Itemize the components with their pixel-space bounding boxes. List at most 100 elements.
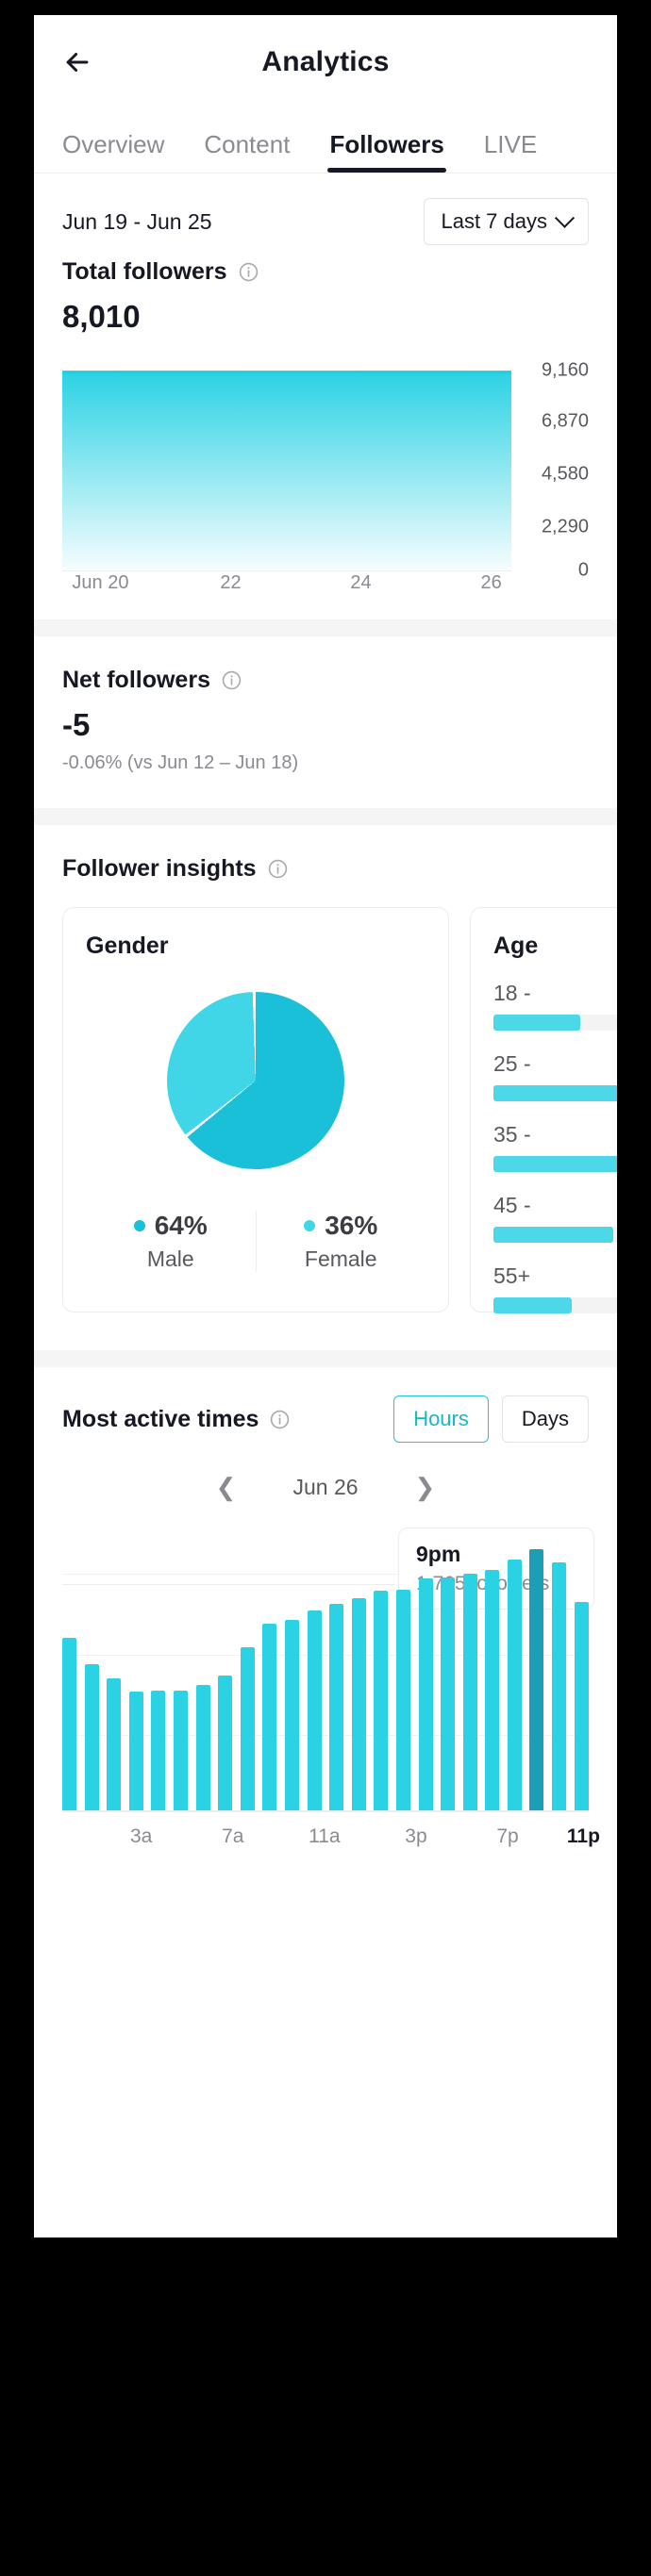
bar[interactable] (441, 1577, 456, 1812)
age-bar-fill (493, 1297, 572, 1313)
age-card: Age 18 - 25 - 35 - 45 - 55+ (470, 907, 617, 1313)
date-row: Jun 19 - Jun 25 Last 7 days (34, 173, 617, 258)
female-label: Female (304, 1247, 377, 1271)
net-followers-section: Net followers -5 -0.06% (vs Jun 12 – Jun… (34, 636, 617, 808)
bar[interactable] (62, 1638, 76, 1812)
segment-hours[interactable]: Hours (393, 1395, 489, 1443)
chevron-right-icon[interactable]: ❯ (408, 1471, 443, 1503)
bar[interactable] (307, 1610, 322, 1812)
bar[interactable] (485, 1569, 500, 1812)
bar[interactable] (351, 1597, 366, 1812)
age-row-label: 18 - (493, 981, 531, 1005)
net-followers-heading: Net followers (62, 667, 589, 694)
net-followers-label: Net followers (62, 667, 210, 693)
follower-insights-heading: Follower insights (62, 855, 589, 883)
most-active-times-section: Most active times Hours Days ❮ Jun 26 ❯ (34, 1367, 617, 1871)
legend-item-male: 64% Male (86, 1211, 256, 1272)
male-label: Male (146, 1247, 194, 1271)
bar[interactable] (173, 1691, 188, 1812)
x-tick-label: 3a (130, 1825, 153, 1847)
age-bar-track (493, 1015, 617, 1031)
bar[interactable] (195, 1685, 210, 1812)
app-header: Analytics (34, 15, 617, 109)
y-tick-label: 6,870 (541, 410, 589, 432)
age-bar-fill (493, 1156, 617, 1172)
y-tick-label: 0 (577, 559, 589, 581)
gender-card: Gender 64% Male 36% Female (62, 907, 449, 1313)
info-icon[interactable] (238, 261, 259, 283)
female-pct-row: 36% (257, 1211, 426, 1241)
bar[interactable] (218, 1675, 233, 1812)
active-times-x-axis: 3a 7a 11a 3p 7p 11p (62, 1825, 600, 1852)
y-tick-label: 9,160 (541, 359, 589, 381)
net-followers-change: -0.06% (vs Jun 12 – Jun 18) (62, 752, 299, 773)
info-icon[interactable] (221, 669, 242, 691)
age-row-label: 35 - (493, 1122, 531, 1147)
section-divider (34, 808, 617, 825)
date-range-picker[interactable]: Last 7 days (424, 198, 589, 245)
back-button[interactable] (57, 41, 98, 83)
total-followers-value: 8,010 (62, 299, 141, 334)
date-range-picker-label: Last 7 days (441, 209, 547, 233)
age-row-label: 25 - (493, 1051, 531, 1076)
phone-screen: Analytics Overview Content Followers LIV… (34, 15, 617, 2237)
bar[interactable] (240, 1647, 255, 1812)
age-card-title: Age (493, 933, 539, 959)
follower-insights-label: Follower insights (62, 855, 257, 882)
bar[interactable] (574, 1601, 589, 1812)
bar[interactable] (151, 1691, 166, 1812)
bar-highlighted[interactable] (529, 1549, 544, 1812)
info-icon[interactable] (269, 1409, 291, 1430)
tab-followers[interactable]: Followers (327, 130, 447, 173)
chevron-left-icon[interactable]: ❮ (209, 1471, 244, 1503)
analytics-tabs: Overview Content Followers LIVE (34, 109, 617, 173)
age-row: 45 - (493, 1193, 617, 1243)
tab-live[interactable]: LIVE (484, 130, 537, 173)
bar[interactable] (262, 1624, 277, 1812)
bar[interactable] (374, 1590, 389, 1812)
bar[interactable] (329, 1603, 344, 1812)
age-bar-track (493, 1085, 617, 1101)
x-tick-label: 24 (350, 572, 372, 593)
tab-overview[interactable]: Overview (62, 130, 164, 173)
info-icon[interactable] (267, 858, 289, 880)
total-followers-heading: Total followers (62, 258, 589, 286)
chevron-down-icon (554, 207, 576, 228)
male-pct: 64% (154, 1211, 208, 1240)
y-tick-label: 4,580 (541, 463, 589, 485)
date-range-label: Jun 19 - Jun 25 (62, 208, 212, 234)
tab-content[interactable]: Content (204, 130, 290, 173)
legend-dot-icon (304, 1220, 316, 1231)
bar[interactable] (84, 1663, 99, 1812)
bar-chart-baseline (62, 1810, 589, 1812)
age-row: 18 - (493, 981, 617, 1031)
bar[interactable] (552, 1562, 567, 1812)
x-tick-label: 22 (220, 572, 242, 593)
bar[interactable] (418, 1578, 433, 1812)
bar[interactable] (284, 1620, 299, 1812)
legend-dot-icon (133, 1220, 145, 1231)
time-granularity-toggle: Hours Days (393, 1395, 589, 1443)
age-bar-track (493, 1156, 617, 1172)
x-tick-label: 11a (309, 1825, 341, 1847)
nav-date-label: Jun 26 (292, 1474, 359, 1499)
page-title: Analytics (261, 46, 390, 77)
most-active-times-label: Most active times (62, 1405, 259, 1432)
y-tick-label: 2,290 (541, 516, 589, 537)
x-tick-label: Jun 20 (72, 572, 129, 593)
bar[interactable] (107, 1677, 122, 1812)
most-active-times-header: Most active times Hours Days (62, 1395, 589, 1443)
legend-item-female: 36% Female (255, 1211, 426, 1272)
insight-cards-carousel[interactable]: Gender 64% Male 36% Female Age 18 - 25 -… (62, 907, 617, 1316)
bar[interactable] (395, 1589, 410, 1812)
x-tick-label: 7a (222, 1825, 244, 1847)
bar[interactable] (128, 1692, 143, 1812)
area-chart-x-axis: Jun 20 22 24 26 (62, 572, 511, 595)
total-followers-section: Total followers 8,010 9,160 6,870 4,580 … (34, 258, 617, 619)
age-bar-fill (493, 1015, 580, 1031)
segment-days[interactable]: Days (501, 1395, 589, 1443)
follower-insights-section: Follower insights Gender 64% Male 36% Fe… (34, 825, 617, 1350)
age-row: 25 - (493, 1051, 617, 1101)
bar[interactable] (462, 1574, 477, 1812)
bar[interactable] (507, 1559, 522, 1812)
